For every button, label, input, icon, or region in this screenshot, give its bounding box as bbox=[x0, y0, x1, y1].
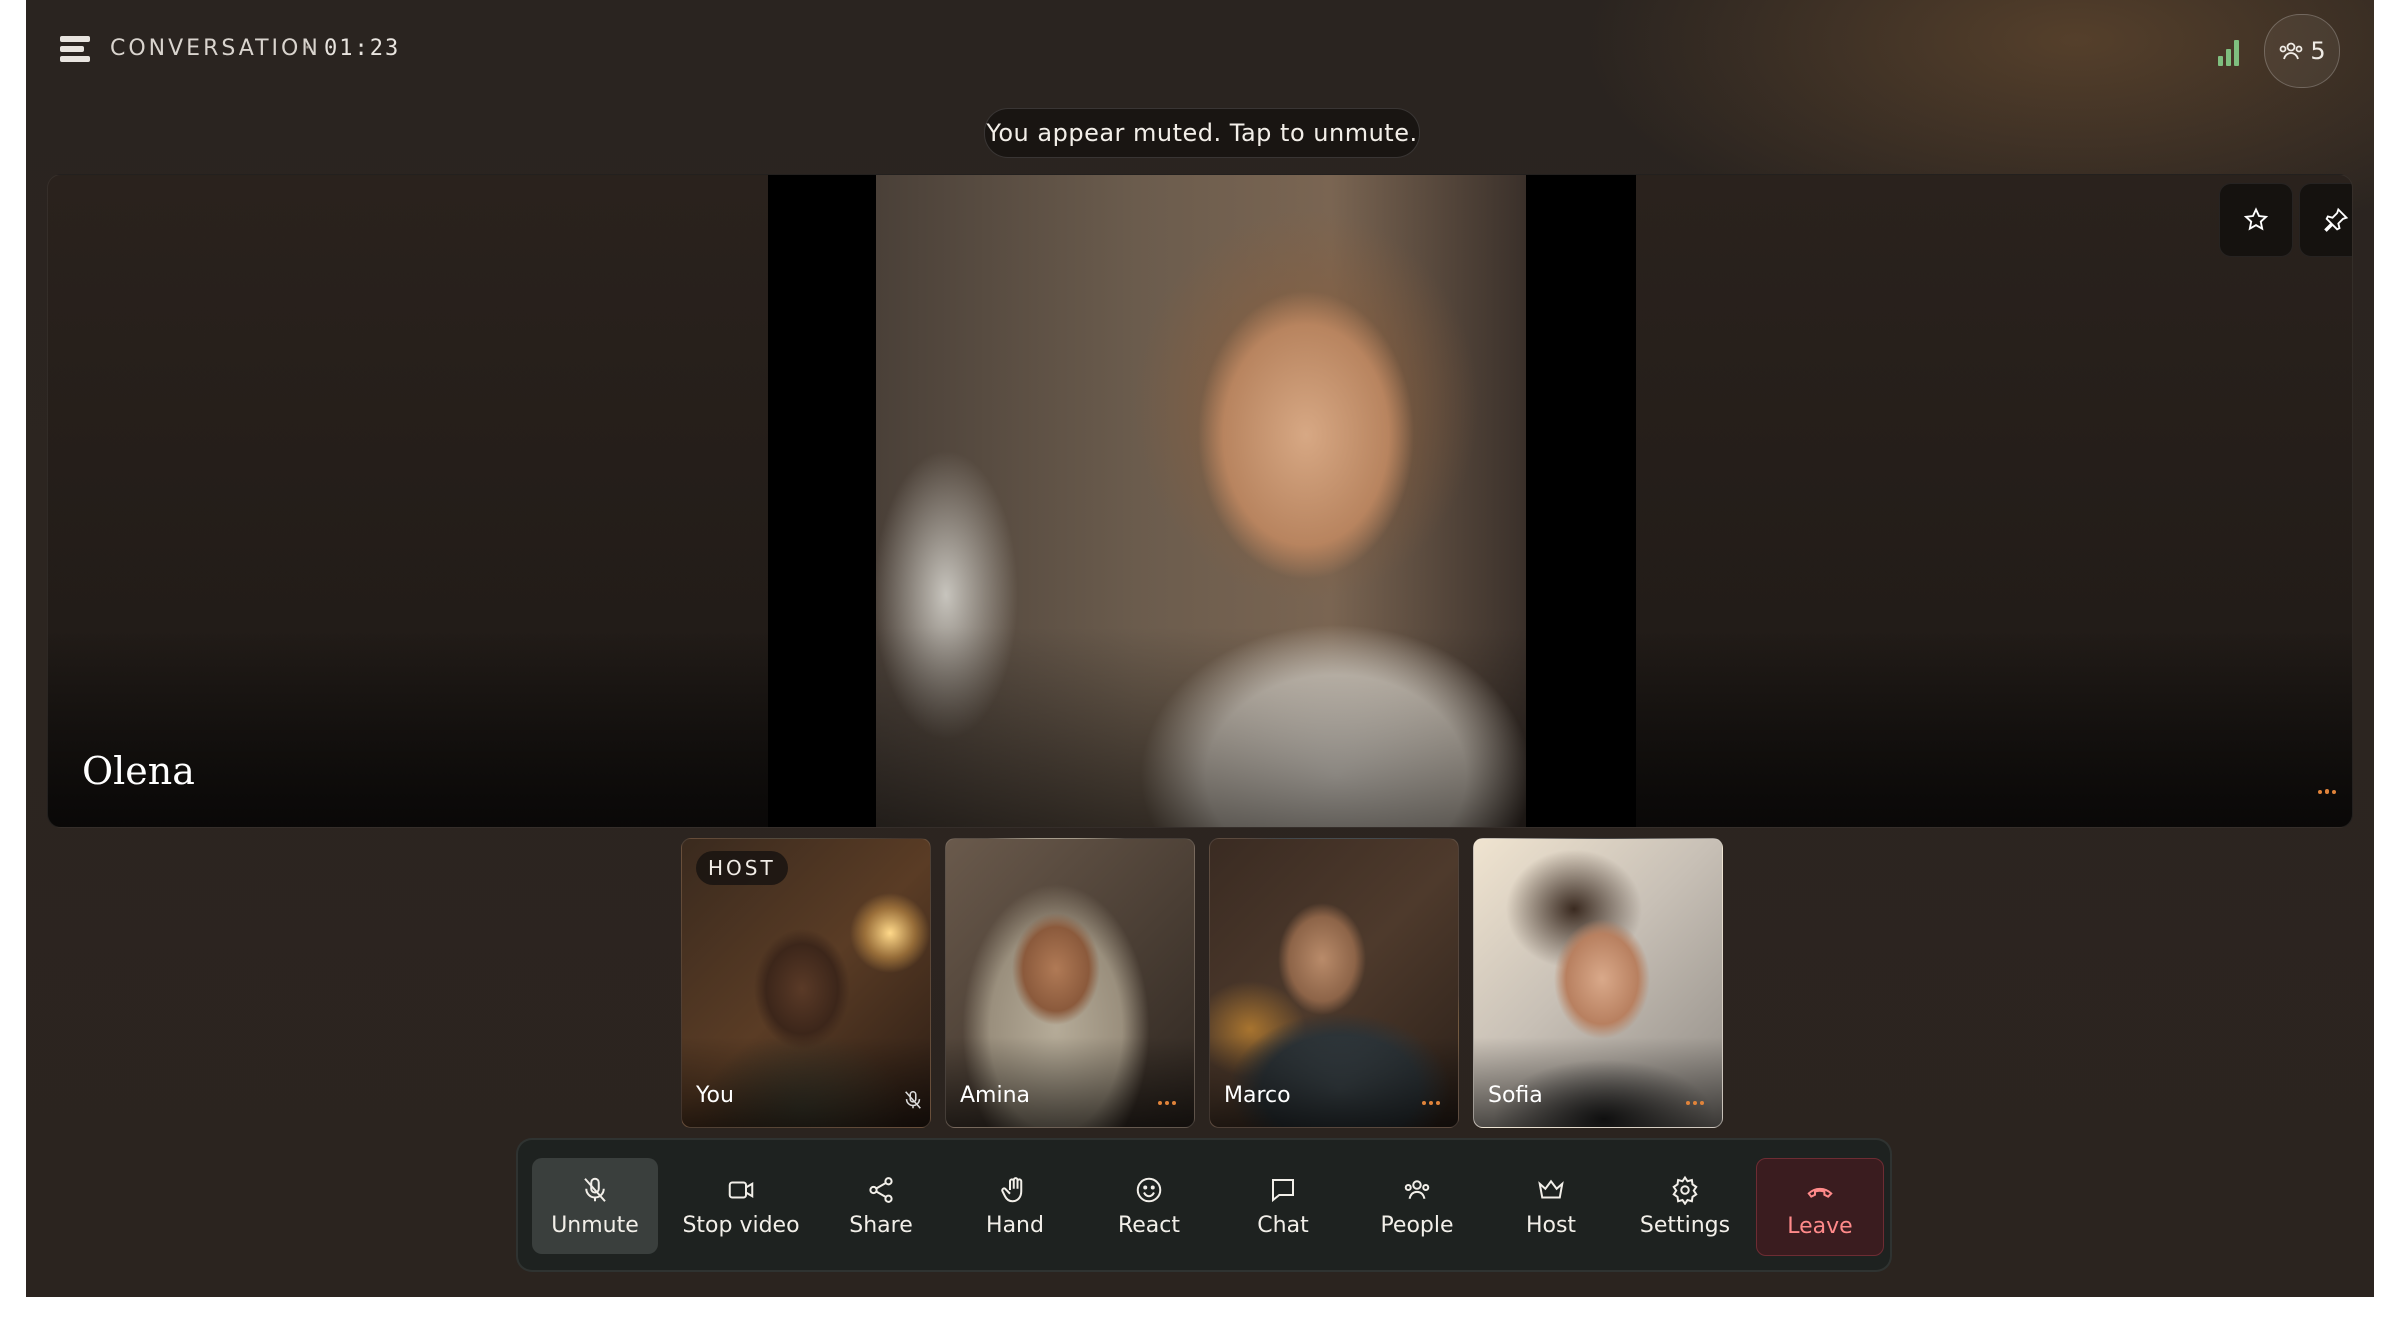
title-separator: · bbox=[304, 36, 311, 61]
participant-name: Sofia bbox=[1488, 1083, 1543, 1108]
control-label: People bbox=[1380, 1212, 1454, 1238]
chat-icon bbox=[1272, 1178, 1294, 1202]
video-icon bbox=[728, 1181, 754, 1198]
settings-button[interactable]: Settings bbox=[1622, 1158, 1748, 1254]
call-window: CONVERSATION · 01:23 5 You appear muted.… bbox=[26, 0, 2374, 1297]
mic-off-icon bbox=[584, 1177, 606, 1202]
top-bar: CONVERSATION · 01:23 5 bbox=[26, 0, 2374, 104]
raise-hand-button[interactable]: Hand bbox=[952, 1158, 1078, 1254]
smile-icon bbox=[1136, 1177, 1162, 1202]
leave-button[interactable]: Leave bbox=[1756, 1158, 1884, 1256]
participant-count-button[interactable]: 5 bbox=[2264, 14, 2340, 88]
muted-toast-text: You appear muted. Tap to unmute. bbox=[986, 119, 1418, 147]
control-label: Chat bbox=[1257, 1212, 1309, 1238]
participant-name: Amina bbox=[960, 1083, 1031, 1108]
control-label: Hand bbox=[986, 1212, 1044, 1238]
participant-name: Marco bbox=[1224, 1083, 1291, 1108]
crown-icon bbox=[1538, 1179, 1564, 1198]
hand-icon bbox=[1001, 1176, 1023, 1202]
speaking-indicator bbox=[1686, 1101, 1704, 1105]
stop-video-button[interactable]: Stop video bbox=[666, 1158, 816, 1254]
menu-icon[interactable] bbox=[60, 36, 90, 68]
elapsed-timer: 01:23 bbox=[324, 36, 401, 61]
conversation-title: CONVERSATION bbox=[110, 36, 321, 61]
people-button[interactable]: People bbox=[1354, 1158, 1480, 1254]
main-stage: Olena bbox=[47, 174, 2353, 828]
participant-tile-sofia[interactable]: Sofia bbox=[1473, 838, 1723, 1128]
speaking-indicator bbox=[1158, 1101, 1176, 1105]
pin-icon bbox=[2324, 207, 2349, 232]
control-label: Leave bbox=[1787, 1213, 1853, 1239]
control-label: Host bbox=[1525, 1212, 1577, 1238]
share-icon bbox=[869, 1176, 893, 1203]
call-controls: Unmute Stop video Share Hand React Chat … bbox=[516, 1138, 1892, 1272]
participant-tile-you[interactable]: HOST You bbox=[681, 838, 931, 1128]
gear-icon bbox=[1672, 1175, 1698, 1205]
pin-button[interactable] bbox=[2299, 183, 2352, 257]
react-button[interactable]: React bbox=[1086, 1158, 1212, 1254]
host-badge: HOST bbox=[696, 851, 788, 885]
mic-off-icon bbox=[905, 1090, 921, 1109]
phone-hangup-icon bbox=[1807, 1187, 1833, 1198]
control-label: Unmute bbox=[551, 1212, 639, 1238]
participant-count: 5 bbox=[2310, 37, 2326, 65]
host-button[interactable]: Host bbox=[1488, 1158, 1614, 1254]
people-icon bbox=[2279, 42, 2303, 60]
muted-toast[interactable]: You appear muted. Tap to unmute. bbox=[984, 108, 1420, 158]
unmute-button[interactable]: Unmute bbox=[532, 1158, 658, 1254]
speaking-indicator bbox=[2318, 789, 2336, 794]
chat-button[interactable]: Chat bbox=[1220, 1158, 1346, 1254]
participant-tile-marco[interactable]: Marco bbox=[1209, 838, 1459, 1128]
control-label: React bbox=[1117, 1212, 1181, 1238]
signal-strength-icon bbox=[2218, 38, 2244, 66]
active-speaker-name: Olena bbox=[82, 749, 195, 793]
participant-tile-amina[interactable]: Amina bbox=[945, 838, 1195, 1128]
control-label: Stop video bbox=[682, 1212, 800, 1238]
control-label: Settings bbox=[1639, 1212, 1731, 1238]
favorite-button[interactable] bbox=[2219, 183, 2293, 257]
speaking-indicator bbox=[1422, 1101, 1440, 1105]
people-icon bbox=[1404, 1179, 1430, 1199]
participant-name: You bbox=[696, 1083, 734, 1108]
share-button[interactable]: Share bbox=[818, 1158, 944, 1254]
control-label: Share bbox=[849, 1212, 913, 1238]
star-icon bbox=[2243, 207, 2269, 231]
